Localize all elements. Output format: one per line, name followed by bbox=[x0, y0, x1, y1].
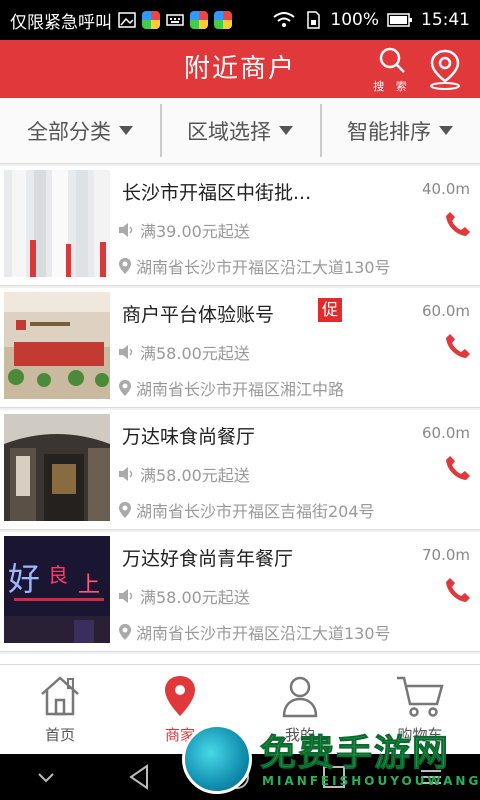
merchant-distance: 60.0m bbox=[421, 302, 470, 320]
battery-percent: 100% bbox=[330, 10, 379, 30]
filter-sort[interactable]: 智能排序 bbox=[320, 98, 480, 163]
sim-icon bbox=[307, 11, 321, 29]
app-notification-icon bbox=[142, 11, 160, 29]
filter-category[interactable]: 全部分类 bbox=[0, 98, 160, 163]
merchant-distance: 60.0m bbox=[421, 424, 470, 442]
min-order: 满39.00元起送 bbox=[118, 218, 250, 242]
merchant-name: 长沙市开福区中街批... bbox=[122, 182, 312, 204]
address-text: 湖南省长沙市开福区沿江大道130号 bbox=[136, 258, 391, 277]
tab-label: 首页 bbox=[44, 726, 75, 744]
status-bar: 仅限紧急呼叫 100% 15:41 bbox=[0, 0, 480, 40]
merchant-distance: 70.0m bbox=[421, 546, 470, 564]
phone-icon[interactable] bbox=[444, 332, 472, 360]
location-pin-icon bbox=[119, 624, 131, 640]
location-pin-icon bbox=[119, 258, 131, 274]
search-icon bbox=[379, 47, 405, 73]
app-notification-icon bbox=[190, 11, 208, 29]
filter-label: 区域选择 bbox=[187, 119, 271, 144]
merchant-address: 湖南省长沙市开福区湘江中路 bbox=[118, 376, 344, 400]
speaker-icon bbox=[119, 467, 133, 481]
battery-icon bbox=[387, 13, 412, 27]
wifi-icon bbox=[273, 12, 296, 27]
merchant-photo bbox=[4, 292, 110, 399]
chevron-down-icon[interactable] bbox=[34, 767, 58, 787]
location-pin-icon bbox=[430, 49, 460, 90]
merchant-photo bbox=[4, 414, 110, 521]
search-button[interactable]: 搜 索 bbox=[372, 46, 412, 94]
svg-text:上: 上 bbox=[78, 573, 100, 598]
svg-text:良: 良 bbox=[48, 563, 68, 587]
merchant-address: 湖南省长沙市开福区沿江大道130号 bbox=[118, 254, 391, 278]
merchant-photo: 好 良 上 bbox=[4, 536, 110, 643]
merchant-distance: 40.0m bbox=[421, 180, 470, 198]
search-label: 搜 索 bbox=[373, 80, 411, 93]
merchant-item[interactable]: 商户平台体验账号 促 60.0m 满58.00元起送 湖南省长沙市开福区湘江中路 bbox=[0, 288, 480, 408]
location-button[interactable] bbox=[428, 48, 462, 94]
shopping-cart-icon bbox=[397, 676, 444, 717]
merchant-item-partial[interactable] bbox=[0, 654, 480, 664]
min-order-text: 满58.00元起送 bbox=[140, 466, 250, 485]
phone-icon[interactable] bbox=[444, 454, 472, 482]
app-notification-icon bbox=[214, 11, 232, 29]
phone-icon[interactable] bbox=[444, 210, 472, 238]
dropdown-arrow-icon bbox=[119, 126, 133, 135]
merchant-address: 湖南省长沙市开福区沿江大道130号 bbox=[118, 620, 391, 644]
filter-label: 智能排序 bbox=[347, 119, 431, 144]
dropdown-arrow-icon bbox=[279, 126, 293, 135]
filter-bar: 全部分类 区域选择 智能排序 bbox=[0, 98, 480, 164]
address-text: 湖南省长沙市开福区沿江大道130号 bbox=[136, 624, 391, 643]
keyboard-icon bbox=[166, 14, 184, 26]
back-icon[interactable] bbox=[125, 762, 155, 792]
image-icon bbox=[118, 12, 136, 28]
merchant-name: 万达好食尚青年餐厅 bbox=[122, 548, 294, 570]
promo-badge: 促 bbox=[318, 298, 342, 322]
address-text: 湖南省长沙市开福区湘江中路 bbox=[136, 380, 345, 399]
user-icon bbox=[282, 676, 318, 718]
phone-icon[interactable] bbox=[444, 576, 472, 604]
merchant-list[interactable]: 长沙市开福区中街批... 40.0m 满39.00元起送 湖南省长沙市开福区沿江… bbox=[0, 166, 480, 664]
svg-text:好: 好 bbox=[8, 560, 40, 598]
speaker-icon bbox=[119, 589, 133, 603]
home-icon bbox=[41, 676, 79, 716]
merchant-item[interactable]: 好 良 上 万达好食尚青年餐厅 70.0m 满58.00元起送 湖南省长沙市开福… bbox=[0, 532, 480, 652]
location-pin-icon bbox=[119, 502, 131, 518]
merchant-item[interactable]: 万达味食尚餐厅 60.0m 满58.00元起送 湖南省长沙市开福区吉福街204号 bbox=[0, 410, 480, 530]
speaker-icon bbox=[119, 345, 133, 359]
min-order-text: 满58.00元起送 bbox=[140, 588, 250, 607]
merchant-name: 万达味食尚餐厅 bbox=[122, 426, 256, 448]
min-order: 满58.00元起送 bbox=[118, 584, 250, 608]
tab-home[interactable]: 首页 bbox=[0, 665, 120, 754]
carrier-text: 仅限紧急呼叫 bbox=[10, 12, 112, 33]
min-order-text: 满39.00元起送 bbox=[140, 222, 250, 241]
location-pin-icon bbox=[119, 380, 131, 396]
clock: 15:41 bbox=[421, 10, 470, 30]
watermark-logo bbox=[182, 724, 252, 794]
merchant-name: 商户平台体验账号 bbox=[122, 304, 275, 326]
dropdown-arrow-icon bbox=[439, 126, 453, 135]
location-pin-icon bbox=[165, 676, 195, 716]
merchant-item[interactable]: 长沙市开福区中街批... 40.0m 满39.00元起送 湖南省长沙市开福区沿江… bbox=[0, 166, 480, 286]
merchant-address: 湖南省长沙市开福区吉福街204号 bbox=[118, 498, 375, 522]
merchant-photo bbox=[4, 170, 110, 277]
min-order: 满58.00元起送 bbox=[118, 462, 250, 486]
address-text: 湖南省长沙市开福区吉福街204号 bbox=[136, 502, 375, 521]
min-order-text: 满58.00元起送 bbox=[140, 344, 250, 363]
watermark-text: 免费手游网 bbox=[259, 733, 451, 775]
speaker-icon bbox=[119, 223, 133, 237]
filter-area[interactable]: 区域选择 bbox=[160, 98, 320, 163]
min-order: 满58.00元起送 bbox=[118, 340, 250, 364]
filter-label: 全部分类 bbox=[27, 119, 111, 144]
watermark-subtext: MIANFEISHOUYOUWANG bbox=[262, 774, 480, 788]
watermark: 免费手游网 MIANFEISHOUYOUWANG bbox=[182, 722, 480, 800]
app-header: 附近商户 搜 索 bbox=[0, 40, 480, 98]
